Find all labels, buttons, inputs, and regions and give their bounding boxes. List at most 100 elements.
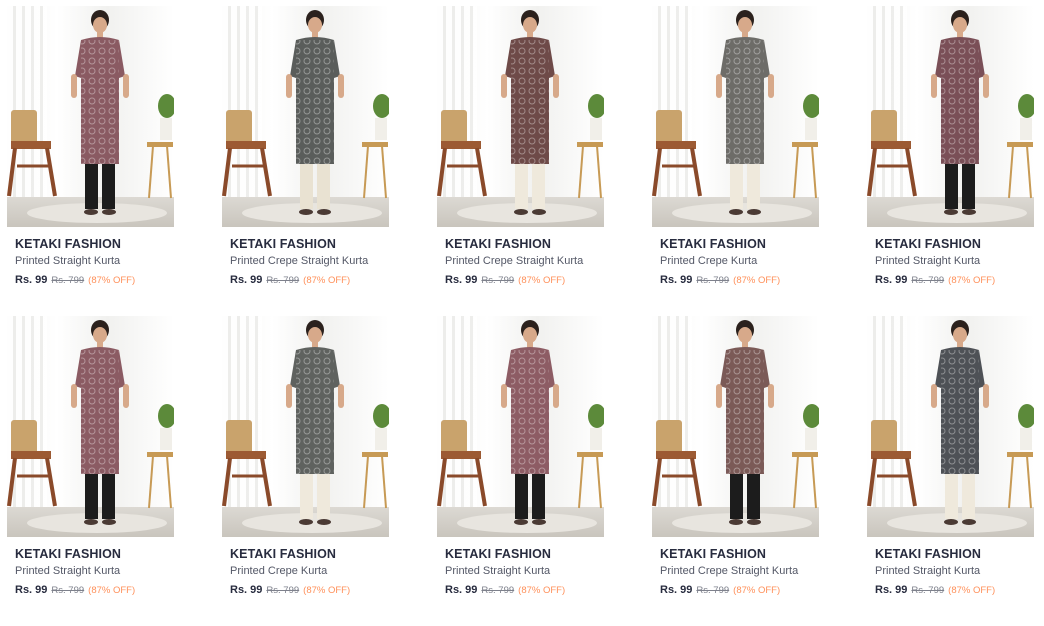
product-card[interactable]: KETAKI FASHION Printed Straight Kurta Rs… <box>867 6 1034 316</box>
product-card[interactable]: KETAKI FASHION Printed Crepe Straight Ku… <box>652 316 819 626</box>
product-mrp: Rs. 799 <box>696 585 730 596</box>
chair-illustration <box>222 110 272 197</box>
model-figure <box>437 10 604 215</box>
product-brand: KETAKI FASHION <box>660 547 767 561</box>
product-card[interactable]: KETAKI FASHION Printed Straight Kurta Rs… <box>867 316 1034 626</box>
product-price: Rs. 99 <box>660 274 693 286</box>
product-brand: KETAKI FASHION <box>875 547 982 561</box>
plant-table-illustration <box>362 404 389 509</box>
product-price: Rs. 99 <box>875 584 908 596</box>
product-discount: (87% OFF) <box>518 585 566 596</box>
price-row: Rs. 99 Rs. 799 (87% OFF) <box>660 274 780 286</box>
plant-table-illustration <box>792 94 819 199</box>
chair-illustration <box>867 420 917 507</box>
product-mrp: Rs. 799 <box>696 275 730 286</box>
product-discount: (87% OFF) <box>303 275 351 286</box>
price-row: Rs. 99 Rs. 799 (87% OFF) <box>445 274 565 286</box>
product-brand: KETAKI FASHION <box>445 547 552 561</box>
product-brand: KETAKI FASHION <box>445 237 552 251</box>
product-image[interactable] <box>222 316 389 537</box>
product-card[interactable]: KETAKI FASHION Printed Crepe Straight Ku… <box>437 6 604 316</box>
plant-table-illustration <box>1007 94 1034 199</box>
product-card[interactable]: KETAKI FASHION Printed Straight Kurta Rs… <box>7 316 174 626</box>
product-discount: (87% OFF) <box>733 585 781 596</box>
chair-illustration <box>222 420 272 507</box>
product-card[interactable]: KETAKI FASHION Printed Crepe Straight Ku… <box>222 6 389 316</box>
plant-table-illustration <box>1007 404 1034 509</box>
plant-table-illustration <box>147 404 174 509</box>
product-mrp: Rs. 799 <box>266 275 300 286</box>
product-price: Rs. 99 <box>660 584 693 596</box>
chair-illustration <box>867 110 917 197</box>
product-image[interactable] <box>652 316 819 537</box>
model-figure <box>222 320 389 525</box>
product-price: Rs. 99 <box>15 274 48 286</box>
product-title: Printed Crepe Straight Kurta <box>445 255 584 267</box>
product-discount: (87% OFF) <box>88 585 136 596</box>
price-row: Rs. 99 Rs. 799 (87% OFF) <box>660 584 780 596</box>
product-image[interactable] <box>7 316 174 537</box>
product-brand: KETAKI FASHION <box>875 237 982 251</box>
product-card[interactable]: KETAKI FASHION Printed Crepe Kurta Rs. 9… <box>222 316 389 626</box>
product-card[interactable]: KETAKI FASHION Printed Straight Kurta Rs… <box>437 316 604 626</box>
product-image[interactable] <box>652 6 819 227</box>
product-price: Rs. 99 <box>445 584 478 596</box>
product-image[interactable] <box>867 316 1034 537</box>
product-brand: KETAKI FASHION <box>230 237 337 251</box>
product-price: Rs. 99 <box>15 584 48 596</box>
plant-table-illustration <box>577 404 604 509</box>
model-figure <box>867 10 1034 215</box>
product-image[interactable] <box>7 6 174 227</box>
product-price: Rs. 99 <box>445 274 478 286</box>
product-card[interactable]: KETAKI FASHION Printed Crepe Kurta Rs. 9… <box>652 6 819 316</box>
chair-illustration <box>437 420 487 507</box>
model-figure <box>652 10 819 215</box>
product-image[interactable] <box>437 6 604 227</box>
plant-table-illustration <box>147 94 174 199</box>
product-title: Printed Crepe Kurta <box>230 565 328 577</box>
model-figure <box>437 320 604 525</box>
model-figure <box>652 320 819 525</box>
chair-illustration <box>437 110 487 197</box>
product-title: Printed Crepe Kurta <box>660 255 758 267</box>
product-image[interactable] <box>437 316 604 537</box>
product-discount: (87% OFF) <box>948 275 996 286</box>
chair-illustration <box>652 110 702 197</box>
product-image[interactable] <box>867 6 1034 227</box>
product-mrp: Rs. 799 <box>51 275 85 286</box>
plant-table-illustration <box>792 404 819 509</box>
chair-illustration <box>652 420 702 507</box>
price-row: Rs. 99 Rs. 799 (87% OFF) <box>15 274 135 286</box>
price-row: Rs. 99 Rs. 799 (87% OFF) <box>230 274 350 286</box>
product-title: Printed Crepe Straight Kurta <box>230 255 369 267</box>
product-card[interactable]: KETAKI FASHION Printed Straight Kurta Rs… <box>7 6 174 316</box>
price-row: Rs. 99 Rs. 799 (87% OFF) <box>230 584 350 596</box>
product-title: Printed Straight Kurta <box>15 255 121 267</box>
product-discount: (87% OFF) <box>733 275 781 286</box>
product-mrp: Rs. 799 <box>911 275 945 286</box>
product-discount: (87% OFF) <box>303 585 351 596</box>
product-mrp: Rs. 799 <box>911 585 945 596</box>
product-mrp: Rs. 799 <box>51 585 85 596</box>
price-row: Rs. 99 Rs. 799 (87% OFF) <box>875 274 995 286</box>
product-title: Printed Crepe Straight Kurta <box>660 565 799 577</box>
chair-illustration <box>7 420 57 507</box>
model-figure <box>867 320 1034 525</box>
model-figure <box>222 10 389 215</box>
product-price: Rs. 99 <box>230 584 263 596</box>
product-title: Printed Straight Kurta <box>875 565 981 577</box>
product-mrp: Rs. 799 <box>481 275 515 286</box>
product-discount: (87% OFF) <box>518 275 566 286</box>
product-title: Printed Straight Kurta <box>875 255 981 267</box>
product-brand: KETAKI FASHION <box>15 547 122 561</box>
plant-table-illustration <box>577 94 604 199</box>
price-row: Rs. 99 Rs. 799 (87% OFF) <box>445 584 565 596</box>
plant-table-illustration <box>362 94 389 199</box>
product-price: Rs. 99 <box>875 274 908 286</box>
product-brand: KETAKI FASHION <box>15 237 122 251</box>
product-title: Printed Straight Kurta <box>15 565 121 577</box>
product-image[interactable] <box>222 6 389 227</box>
model-figure <box>7 10 174 215</box>
product-discount: (87% OFF) <box>948 585 996 596</box>
product-brand: KETAKI FASHION <box>660 237 767 251</box>
